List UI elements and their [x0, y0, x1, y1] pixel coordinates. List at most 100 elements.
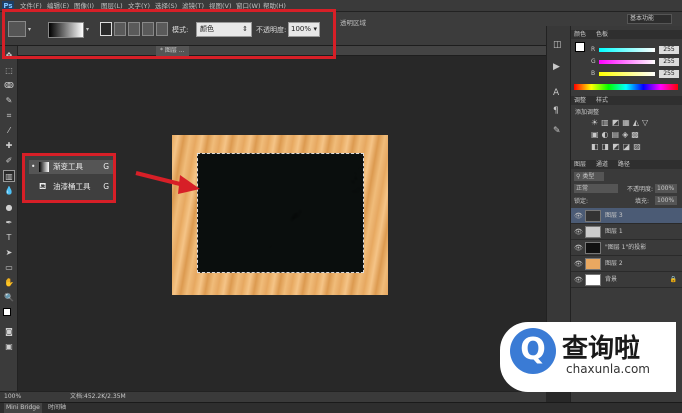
timeline-tab[interactable]: 时间轴 [48, 403, 66, 413]
tab-adjustments[interactable]: 调整 [574, 97, 586, 104]
chevron-down-icon[interactable]: ▾ [28, 26, 31, 33]
adjustment-icons-row-2[interactable]: ▣◐▤◈▩ [591, 130, 642, 139]
hand-tool-icon[interactable]: ✋ [3, 277, 15, 289]
layer-row[interactable]: 👁 图层 3 [571, 208, 682, 224]
document-tab[interactable]: * 图层 ... [156, 46, 189, 56]
flyout-item-shortcut: G [103, 182, 109, 191]
layer-row[interactable]: 👁 "图层 1"的投影 [571, 240, 682, 256]
radial-gradient-button[interactable] [114, 22, 126, 36]
layer-row[interactable]: 👁 图层 2 [571, 256, 682, 272]
layer-name: 图层 1 [605, 228, 623, 235]
menu-item[interactable]: 编辑(E) [47, 1, 69, 11]
menu-item[interactable]: 文件(F) [20, 1, 42, 11]
reflected-gradient-button[interactable] [142, 22, 154, 36]
eye-icon[interactable]: 👁 [574, 208, 583, 224]
menu-item[interactable]: 文字(Y) [128, 1, 150, 11]
quick-mask-icon[interactable]: ◙ [3, 326, 15, 338]
menu-item[interactable]: 滤镜(T) [182, 1, 204, 11]
eye-icon[interactable]: 👁 [574, 240, 583, 256]
zoom-tool-icon[interactable]: 🔍 [3, 292, 15, 304]
blur-tool-icon[interactable]: 💧 [3, 185, 15, 197]
flyout-item-gradient[interactable]: • 渐变工具 G [29, 160, 113, 174]
mode-select[interactable]: 颜色 ⇕ [196, 22, 252, 37]
path-select-tool-icon[interactable]: ➤ [3, 247, 15, 259]
eyedropper-tool-icon[interactable]: ⁄ [3, 125, 15, 137]
watermark-text: 查询啦 [562, 334, 641, 364]
gradient-tool-preset-icon[interactable] [8, 21, 26, 37]
flyout-item-paint-bucket[interactable]: ⛾ 油漆桶工具 G [29, 180, 113, 194]
status-bar: 100% 文档:452.2K/2.35M [0, 391, 546, 402]
tab-swatches[interactable]: 色板 [596, 31, 608, 38]
r-value[interactable]: 255 [659, 46, 679, 54]
mode-label: 模式: [172, 26, 189, 34]
quick-select-tool-icon[interactable]: ✎ [3, 95, 15, 107]
b-value[interactable]: 255 [659, 70, 679, 78]
menu-item[interactable]: 图层(L) [101, 1, 123, 11]
r-slider[interactable] [599, 48, 655, 52]
opacity-input[interactable]: 100% ▾ [288, 22, 320, 37]
linear-gradient-button[interactable] [100, 22, 112, 36]
tool-flyout-menu: • 渐变工具 G ⛾ 油漆桶工具 G [22, 153, 116, 203]
layer-kind-filter[interactable]: ⚲ 类型 [574, 172, 604, 181]
fill-input[interactable]: 100% [655, 196, 677, 205]
watermark-url: chaxunla.com [566, 362, 650, 376]
menu-item[interactable]: 图像(I) [74, 1, 94, 11]
adjustment-icons-row-3[interactable]: ◧◨◩◪▨ [591, 142, 644, 151]
mode-value: 颜色 [200, 25, 214, 33]
g-slider[interactable] [599, 60, 655, 64]
actions-icon[interactable]: ▶ [553, 62, 560, 72]
character-icon[interactable]: A [553, 88, 559, 98]
lasso-tool-icon[interactable]: ↂ [3, 80, 15, 92]
workspace-select[interactable]: 基本功能 [627, 14, 672, 24]
diamond-gradient-button[interactable] [156, 22, 168, 36]
dodge-tool-icon[interactable]: ● [3, 202, 15, 214]
zoom-level[interactable]: 100% [4, 392, 21, 402]
layer-row[interactable]: 👁 图层 1 [571, 224, 682, 240]
angle-gradient-button[interactable] [128, 22, 140, 36]
g-value[interactable]: 255 [659, 58, 679, 66]
tab-channels[interactable]: 通道 [596, 161, 608, 168]
color-spectrum-bar[interactable] [574, 84, 678, 90]
paragraph-icon[interactable]: ¶ [553, 106, 559, 116]
type-tool-icon[interactable]: T [3, 232, 15, 244]
layer-opacity-input[interactable]: 100% [655, 184, 677, 193]
chevron-down-icon[interactable]: ▾ [86, 26, 89, 33]
screen-mode-icon[interactable]: ▣ [3, 341, 15, 353]
brush-tool-icon[interactable]: ✐ [3, 155, 15, 167]
gradient-editor-swatch[interactable] [48, 22, 84, 38]
eye-icon[interactable]: 👁 [574, 256, 583, 272]
fill-label: 填充: [635, 198, 650, 205]
adjustment-icons-row-1[interactable]: ☀▥◩▦◭▽ [591, 118, 651, 127]
search-icon: ⚲ [576, 173, 581, 180]
eye-icon[interactable]: 👁 [574, 272, 583, 288]
healing-brush-tool-icon[interactable]: ✚ [3, 140, 15, 152]
mini-bridge-tab[interactable]: Mini Bridge [4, 403, 42, 413]
tab-styles[interactable]: 样式 [596, 97, 608, 104]
menu-item[interactable]: 窗口(W) [236, 1, 261, 11]
gradient-tool-icon[interactable]: ▥ [3, 170, 15, 182]
shape-tool-icon[interactable]: ▭ [3, 262, 15, 274]
crop-tool-icon[interactable]: ⌗ [3, 110, 15, 122]
menu-item[interactable]: 帮助(H) [263, 1, 286, 11]
layer-thumbnail [585, 210, 601, 222]
transparency-option[interactable]: 透明区域 [340, 17, 366, 27]
tab-paths[interactable]: 路径 [618, 161, 630, 168]
r-label: R [591, 46, 596, 53]
brush-preset-icon[interactable]: ✎ [553, 126, 561, 136]
history-icon[interactable]: ◫ [553, 40, 562, 50]
b-slider[interactable] [599, 72, 655, 76]
blend-mode-select[interactable]: 正常 [574, 184, 618, 193]
layer-name: 图层 2 [605, 260, 623, 267]
tab-layers[interactable]: 图层 [574, 161, 586, 168]
marquee-tool-icon[interactable]: ⬚ [3, 65, 15, 77]
layer-row[interactable]: 👁 背景 🔒 [571, 272, 682, 288]
menu-item[interactable]: 视图(V) [209, 1, 232, 11]
flyout-item-shortcut: G [103, 162, 109, 171]
foreground-color-swatch[interactable] [3, 308, 11, 316]
move-tool-icon[interactable]: ✥ [3, 50, 15, 62]
eye-icon[interactable]: 👁 [574, 224, 583, 240]
marble-texture-selection[interactable] [197, 153, 364, 273]
menu-item[interactable]: 选择(S) [155, 1, 177, 11]
pen-tool-icon[interactable]: ✒ [3, 217, 15, 229]
tab-color[interactable]: 颜色 [574, 31, 586, 38]
